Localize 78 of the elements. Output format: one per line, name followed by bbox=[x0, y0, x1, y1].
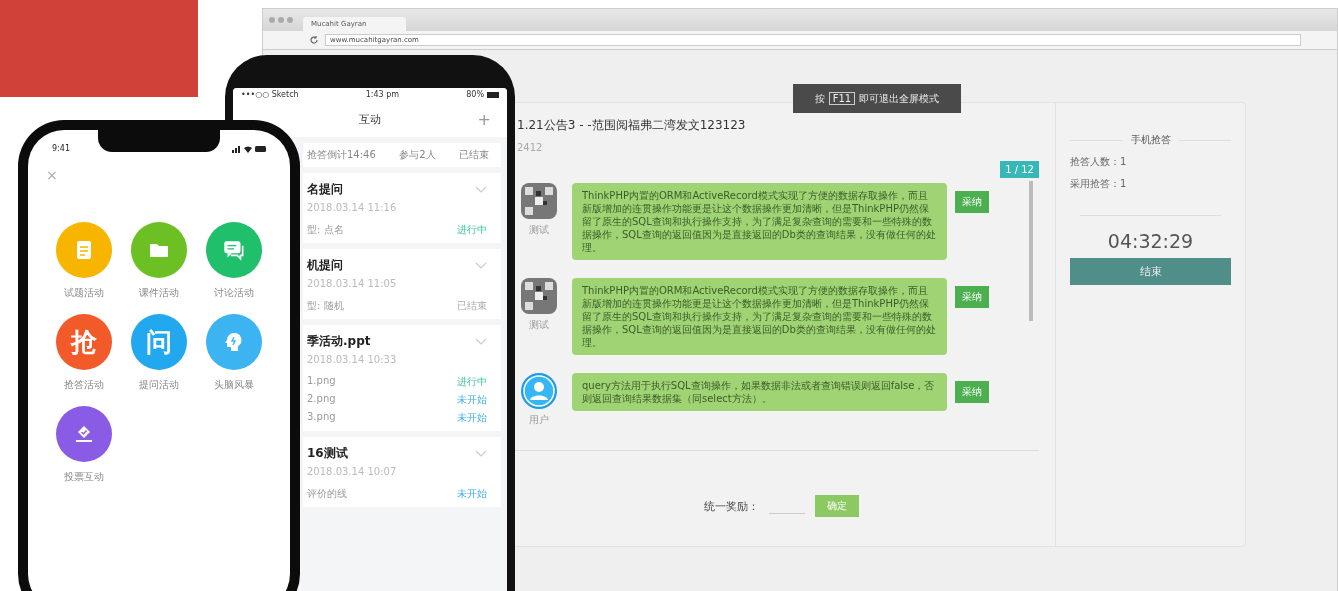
activity-detail: 3.png bbox=[307, 411, 336, 424]
reload-icon[interactable] bbox=[309, 35, 319, 45]
activity-detail: 2.png bbox=[307, 393, 336, 406]
window-controls-icon[interactable] bbox=[269, 17, 293, 23]
close-button[interactable]: × bbox=[46, 167, 58, 183]
panel-title: 手机抢答 bbox=[1130, 133, 1171, 147]
chevron-down-icon[interactable] bbox=[475, 262, 487, 269]
activity-label: 头脑风暴 bbox=[214, 378, 255, 392]
countdown-timer: 04:32:29 bbox=[1106, 230, 1195, 252]
activity-card[interactable]: 季活动.ppt 2018.03.14 10:33 1.png 进行中 2.png 未开始 3.png 未开始 bbox=[303, 325, 501, 431]
post-subtitle: 2412 bbox=[516, 142, 544, 153]
clock-text: 1:43 pm bbox=[365, 90, 400, 99]
activity-title: 季活动.ppt bbox=[307, 333, 371, 350]
activity-title: 机提问 bbox=[307, 257, 343, 274]
activity-date: 2018.03.14 10:07 bbox=[307, 466, 398, 477]
summary-text: 抢答倒计14:46 bbox=[307, 148, 376, 162]
scrollbar[interactable] bbox=[1029, 181, 1033, 321]
battery-icon bbox=[487, 91, 499, 98]
activity-card[interactable]: 机提问 2018.03.14 11:05 型: 随机 已结束 bbox=[303, 249, 501, 319]
battery-text: 80% bbox=[466, 90, 484, 99]
user-name: 用户 bbox=[529, 413, 549, 427]
status-label: 未开始 bbox=[457, 411, 487, 425]
message-bubble: query方法用于执行SQL查询操作，如果数据非法或者查询错误则返回false，否则返回查询结果数据集（同select方法）。 bbox=[572, 373, 947, 411]
pattern-avatar-icon bbox=[521, 183, 557, 219]
notice-text: 即可退出全屏模式 bbox=[859, 91, 940, 106]
chevron-down-icon[interactable] bbox=[475, 338, 487, 345]
stat-text: 采用抢答：1 bbox=[1070, 177, 1128, 191]
activity-card[interactable]: 16测试 2018.03.14 10:07 评价的线 未开始 bbox=[303, 437, 501, 507]
status-label: 进行中 bbox=[457, 223, 487, 237]
person-avatar-icon bbox=[521, 373, 557, 409]
activity-detail: 型: 随机 bbox=[307, 299, 344, 313]
status-label: 未开始 bbox=[457, 393, 487, 407]
user-name: 测试 bbox=[529, 223, 549, 237]
summary-text: 已结束 bbox=[459, 148, 489, 162]
activity-label: 提问活动 bbox=[139, 378, 179, 392]
activity-label: 投票互动 bbox=[63, 470, 104, 484]
status-label: 未开始 bbox=[457, 487, 487, 501]
clock-text: 9:41 bbox=[52, 144, 70, 153]
end-button[interactable]: 结束 bbox=[1070, 258, 1231, 285]
activity-label: 课件活动 bbox=[139, 286, 179, 300]
chevron-down-icon[interactable] bbox=[475, 450, 487, 457]
reward-label: 统一奖励： bbox=[704, 498, 759, 514]
activity-icon[interactable] bbox=[131, 222, 187, 278]
activity-card[interactable]: 名提问 2018.03.14 11:16 型: 点名 进行中 bbox=[303, 173, 501, 243]
summary-text: 参与2人 bbox=[399, 148, 436, 162]
post-title: 1.21公告3 - -范围阅福弗二湾发文123123 bbox=[516, 117, 747, 134]
page-badge: 1 / 12 bbox=[1000, 161, 1039, 178]
message-bubble: ThinkPHP内置的ORM和ActiveRecord模式实现了方便的数据存取操作，而且新版增加的连贯操作功能更是让这个数据操作更加清晰，但是ThinkPHP仍然保留了原生的SQL查询和执行操作支持，为了满足复杂查询的需要和一些特殊的数据操作，SQL查询的返回值因为是直接返回的Db类的查询结果，没有做任何的处理。 bbox=[572, 183, 947, 260]
message-bubble: ThinkPHP内置的ORM和ActiveRecord模式实现了方便的数据存取操作，而且新版增加的连贯操作功能更是让这个数据操作更加清晰，但是ThinkPHP仍然保留了原生的SQL查询和执行操作支持，为了满足复杂查询的需要和一些特殊的数据操作，SQL查询的返回值因为是直接返回的Db类的查询结果，没有做任何的处理。 bbox=[572, 278, 947, 355]
activity-title: 16测试 bbox=[307, 445, 348, 462]
status-label: 进行中 bbox=[457, 375, 487, 389]
activity-date: 2018.03.14 10:33 bbox=[307, 354, 398, 365]
adopt-button[interactable]: 采纳 bbox=[955, 286, 989, 308]
activity-icon[interactable]: 问 bbox=[131, 314, 187, 370]
pattern-avatar-icon bbox=[521, 278, 557, 314]
carrier-text: •••○○ Sketch bbox=[241, 90, 299, 99]
user-name: 测试 bbox=[529, 318, 549, 332]
notice-text: 按 bbox=[814, 91, 825, 106]
screen-title: 互动 bbox=[359, 111, 381, 127]
add-button[interactable]: + bbox=[471, 108, 497, 130]
adopt-button[interactable]: 采纳 bbox=[955, 191, 989, 213]
activity-detail: 型: 点名 bbox=[307, 223, 344, 237]
activity-label: 试题活动 bbox=[63, 286, 104, 300]
activity-detail: 1.png bbox=[307, 375, 336, 388]
status-label: 已结束 bbox=[457, 299, 487, 313]
confirm-button[interactable]: 确定 bbox=[815, 495, 859, 517]
activity-date: 2018.03.14 11:05 bbox=[307, 278, 398, 289]
activity-title: 名提问 bbox=[307, 181, 343, 198]
adopt-button[interactable]: 采纳 bbox=[955, 381, 989, 403]
key-label: F11 bbox=[828, 92, 856, 105]
stat-text: 抢答人数：1 bbox=[1070, 155, 1128, 169]
activity-detail: 评价的线 bbox=[307, 487, 347, 501]
activity-date: 2018.03.14 11:16 bbox=[307, 202, 398, 213]
signal-wifi-battery-icon bbox=[232, 144, 266, 153]
activity-icon[interactable]: 抢 bbox=[55, 314, 112, 370]
chevron-down-icon[interactable] bbox=[475, 186, 487, 193]
activity-label: 讨论活动 bbox=[214, 286, 255, 300]
activity-label: 抢答活动 bbox=[63, 378, 104, 392]
